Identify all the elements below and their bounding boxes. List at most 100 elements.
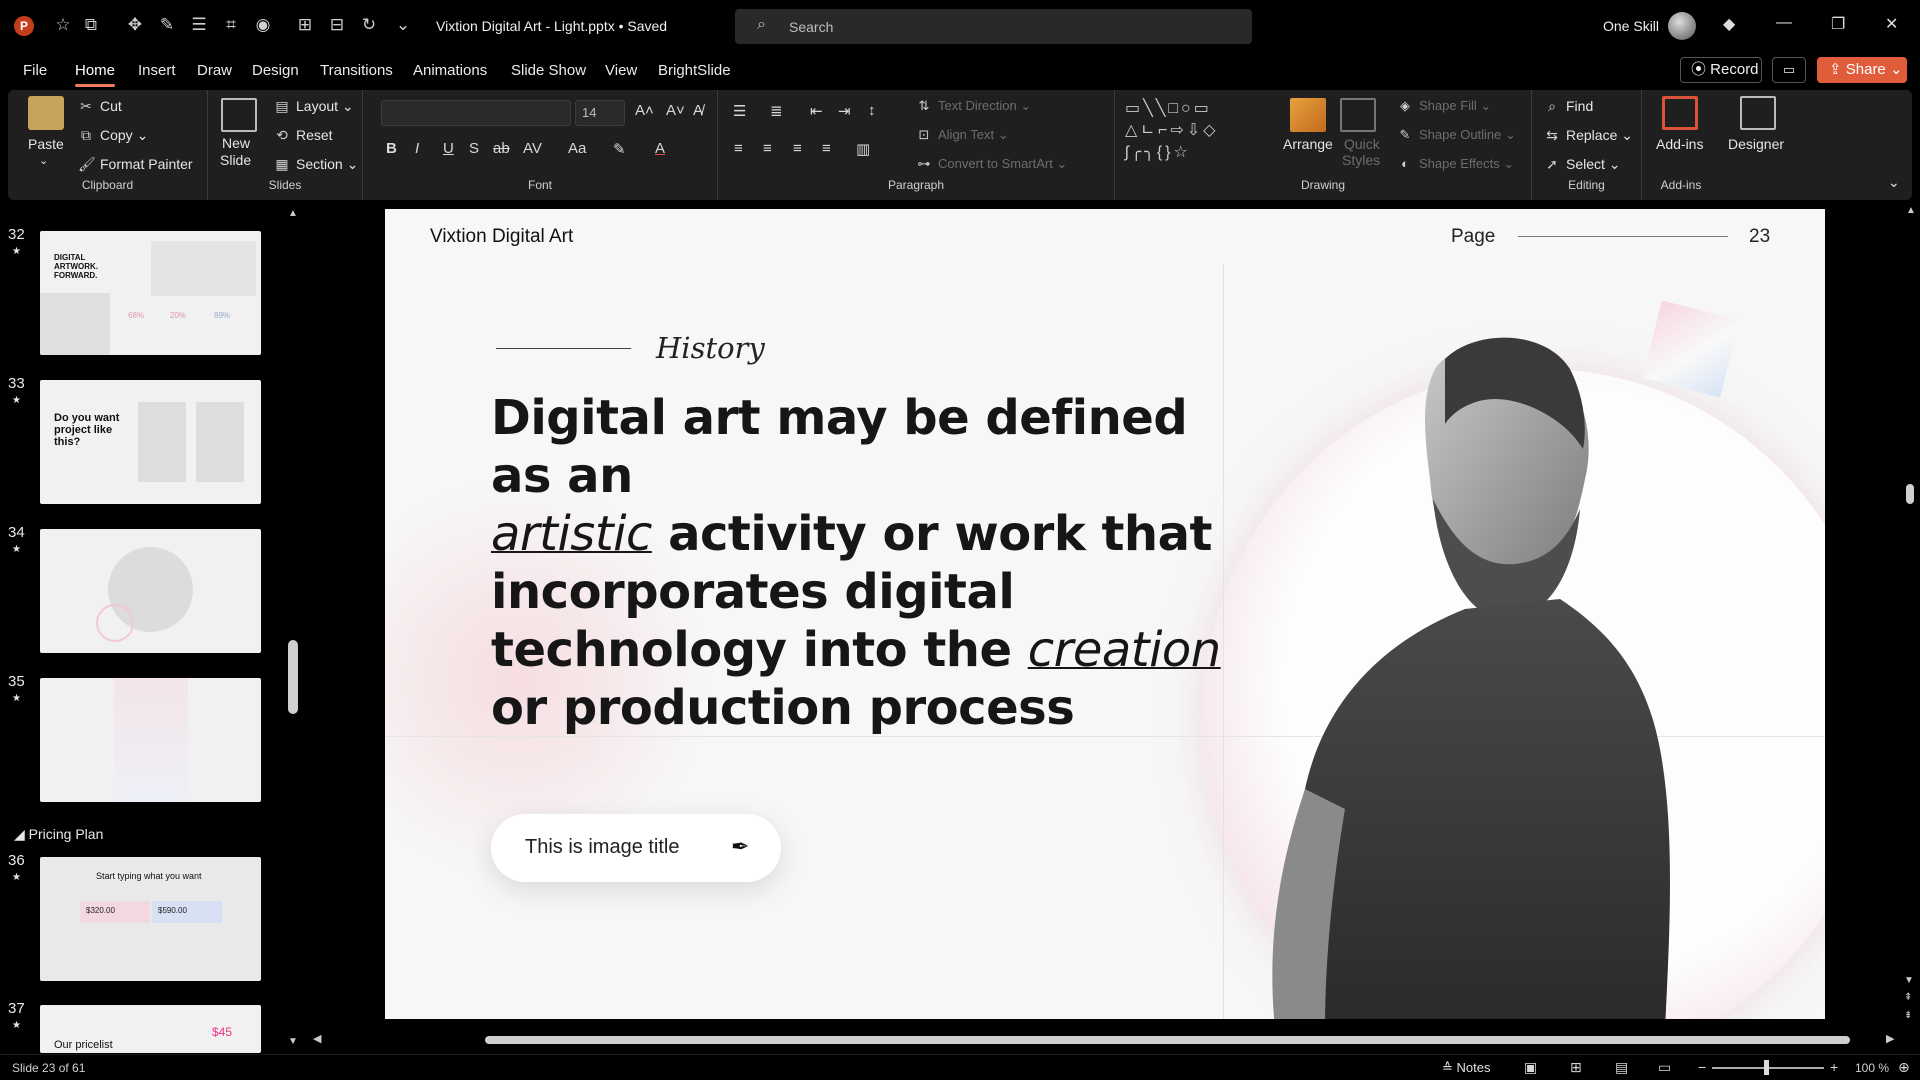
collapse-ribbon-icon[interactable]: ⌄ [1888,174,1900,191]
text-direction-button[interactable]: ⇅ Text Direction ⌄ [916,98,1032,114]
designer-icon[interactable] [1740,96,1776,130]
person-photo[interactable] [1265,329,1685,1019]
tab-slide-show[interactable]: Slide Show [511,62,586,79]
tab-draw[interactable]: Draw [197,62,232,79]
grow-font-icon[interactable]: A˄ [635,102,654,119]
arrange-icon[interactable] [1290,98,1326,132]
tab-animations[interactable]: Animations [413,62,487,79]
highlight-icon[interactable]: ✎ [613,140,626,158]
strikethrough-icon[interactable]: ab [493,140,510,157]
line-spacing-icon[interactable]: ↕ [868,102,876,119]
page-label[interactable]: Page [1451,226,1495,248]
columns-icon[interactable]: ▥ [856,140,870,158]
comments-button[interactable]: ▭ [1772,57,1806,83]
increase-indent-icon[interactable]: ⇥ [838,102,851,120]
change-case-icon[interactable]: Aa [568,140,586,157]
document-title[interactable]: Vixtion Digital Art - Light.pptx • Saved [436,18,667,34]
move-icon[interactable]: ✥ [124,14,146,36]
restore-icon[interactable]: ❐ [1831,14,1845,34]
scroll-down-icon[interactable]: ▼ [288,1036,298,1047]
cut-button[interactable]: ✂ Cut [78,98,122,115]
image-title-pill[interactable]: This is image title ✒ [491,814,781,882]
previous-slide-icon[interactable]: ⇞ [1904,992,1912,1003]
font-size-select[interactable]: 14 [575,100,625,126]
crop-icon[interactable]: ⌗ [220,14,242,36]
shape-effects-button[interactable]: ◐ Shape Effects ⌄ [1397,156,1514,172]
slide-thumbnail-37[interactable]: Our pricelist $45 [40,1005,261,1053]
convert-smartart-button[interactable]: ⊶ Convert to SmartArt ⌄ [916,156,1068,172]
slide-thumbnail-32[interactable]: DIGITAL ARTWORK. FORWARD. 68% 20% 89% [40,231,261,355]
fit-to-window-icon[interactable]: ⊕ [1898,1059,1910,1076]
zoom-out-icon[interactable]: − [1698,1059,1706,1075]
distribute-icon[interactable]: ⊞ [294,14,316,36]
paste-button[interactable]: Paste [28,136,64,152]
tab-file[interactable]: File [23,62,47,79]
format-icon[interactable]: ✎ [156,14,178,36]
bullets-icon[interactable]: ☰ [733,102,746,120]
premium-diamond-icon[interactable]: ◆ [1723,14,1735,34]
scroll-up-icon[interactable]: ▲ [1906,205,1916,216]
shrink-font-icon[interactable]: A˅ [666,102,685,119]
copy-button[interactable]: ⧉ Copy ⌄ [78,127,148,144]
addins-button[interactable]: Add-ins [1656,136,1703,152]
shadow-icon[interactable]: S [469,140,479,157]
slide-headline[interactable]: Digital art may be defined as an artistic… [491,389,1221,737]
slide-thumbnail-35[interactable] [40,678,261,802]
zoom-level[interactable]: 100 % [1855,1061,1889,1075]
slide-thumbnail-33[interactable]: Do you want project like this? [40,380,261,504]
section-button[interactable]: ▦ Section ⌄ [274,156,358,173]
quick-styles-line1[interactable]: Quick [1344,136,1380,152]
designer-button[interactable]: Designer [1728,136,1784,152]
align-center-icon[interactable]: ≡ [763,140,772,157]
user-name[interactable]: One Skill [1603,18,1659,34]
new-slide-line1[interactable]: New [222,135,250,151]
quick-styles-icon[interactable] [1340,98,1376,132]
align-icon[interactable]: ☰ [188,14,210,36]
share-button[interactable]: ⇪ Share ⌄ [1817,57,1907,83]
arrange-button[interactable]: Arrange [1283,136,1333,152]
reading-view-icon[interactable]: ▤ [1615,1059,1628,1076]
replace-button[interactable]: ⇆ Replace ⌄ [1544,127,1633,144]
customize-icon[interactable]: ⌄ [392,14,414,36]
slide-thumbnail-pane[interactable]: 32 ★ DIGITAL ARTWORK. FORWARD. 68% 20% 8… [0,200,300,1054]
vertical-scrollbar[interactable] [1906,484,1914,504]
page-number[interactable]: 23 [1749,226,1770,248]
normal-view-icon[interactable]: ▣ [1524,1059,1537,1076]
spacing-icon[interactable]: AV [523,140,542,157]
clear-format-icon[interactable]: A̸ [693,102,703,119]
format-painter-button[interactable]: 🖌 Format Painter [78,156,193,173]
star-icon[interactable]: ☆ [52,14,74,36]
tab-insert[interactable]: Insert [138,62,176,79]
tab-transitions[interactable]: Transitions [320,62,393,79]
zoom-slider-handle[interactable] [1764,1060,1769,1075]
find-button[interactable]: ⌕ Find [1544,98,1593,115]
slide-sorter-icon[interactable]: ⊞ [1570,1059,1582,1076]
paste-icon[interactable] [28,96,64,130]
align-text-button[interactable]: ⊡ Align Text ⌄ [916,127,1009,143]
new-slide-icon[interactable] [221,98,257,132]
align-left-icon[interactable]: ≡ [734,140,743,157]
quick-styles-line2[interactable]: Styles [1342,152,1380,168]
search-input[interactable]: ⌕ Search [735,9,1252,44]
next-slide-icon[interactable]: ⇟ [1904,1010,1912,1021]
justify-icon[interactable]: ≡ [822,140,831,157]
notes-button[interactable]: ≙ Notes [1442,1060,1490,1076]
scroll-down-icon[interactable]: ▼ [1904,975,1914,986]
numbering-icon[interactable]: ≣ [770,102,783,120]
decrease-indent-icon[interactable]: ⇤ [810,102,823,120]
scroll-right-icon[interactable]: ▶ [1886,1032,1894,1045]
font-family-select[interactable] [381,100,571,126]
scroll-up-icon[interactable]: ▲ [288,208,298,219]
thumbnail-scrollbar[interactable] [288,640,298,714]
select-button[interactable]: ➚ Select ⌄ [1544,156,1620,173]
slideshow-view-icon[interactable]: ▭ [1658,1059,1671,1076]
shapes-gallery[interactable]: ▭╲╲□○▭ △ㄴ⌐⇨⇩◇ ʃ╭╮{}☆ [1125,98,1265,164]
slide-canvas[interactable]: Vixtion Digital Art Page 23 History Digi… [385,209,1825,1019]
bold-icon[interactable]: B [386,140,397,157]
align-right-icon[interactable]: ≡ [793,140,802,157]
record-button[interactable]: ⦿ Record [1680,57,1762,83]
italic-icon[interactable]: I [415,140,419,157]
shape-fill-button[interactable]: ◈ Shape Fill ⌄ [1397,98,1491,114]
slide-brand-title[interactable]: Vixtion Digital Art [430,226,573,248]
shape-icon[interactable]: ◉ [252,14,274,36]
